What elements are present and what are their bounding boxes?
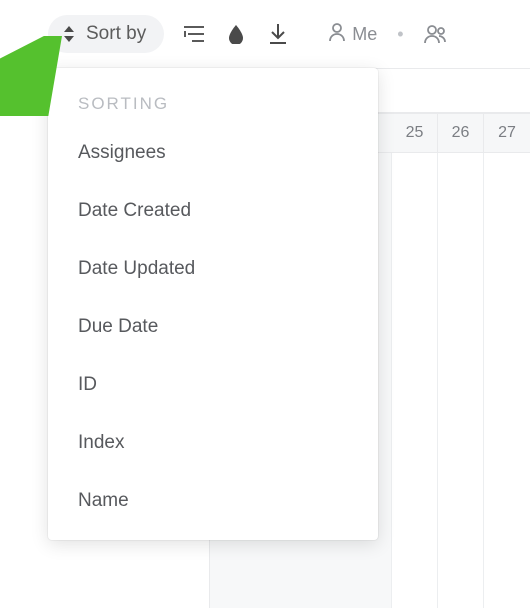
- separator-dot: •: [395, 24, 405, 45]
- sort-by-label: Sort by: [86, 23, 146, 45]
- sort-dropdown: SORTING Assignees Date Created Date Upda…: [48, 68, 378, 540]
- sort-by-button[interactable]: Sort by: [48, 15, 164, 53]
- sort-option-id[interactable]: ID: [48, 356, 378, 414]
- sort-option-date-created[interactable]: Date Created: [48, 182, 378, 240]
- sort-icon: [62, 26, 76, 42]
- filter-me[interactable]: Me: [328, 22, 377, 47]
- sort-option-assignees[interactable]: Assignees: [48, 124, 378, 182]
- sort-dropdown-header: SORTING: [48, 94, 378, 124]
- person-icon: [328, 22, 346, 47]
- sort-option-name[interactable]: Name: [48, 472, 378, 530]
- sort-option-index[interactable]: Index: [48, 414, 378, 472]
- day-cell[interactable]: 26: [438, 114, 484, 152]
- toolbar: Sort by Me •: [0, 0, 530, 68]
- group-icon[interactable]: [182, 22, 206, 46]
- sort-option-due-date[interactable]: Due Date: [48, 298, 378, 356]
- download-icon[interactable]: [266, 22, 290, 46]
- people-icon[interactable]: [424, 22, 448, 46]
- day-cell[interactable]: 27: [484, 114, 530, 152]
- sort-option-date-updated[interactable]: Date Updated: [48, 240, 378, 298]
- day-cell[interactable]: 25: [392, 114, 438, 152]
- filter-me-label: Me: [352, 24, 377, 45]
- color-drop-icon[interactable]: [224, 22, 248, 46]
